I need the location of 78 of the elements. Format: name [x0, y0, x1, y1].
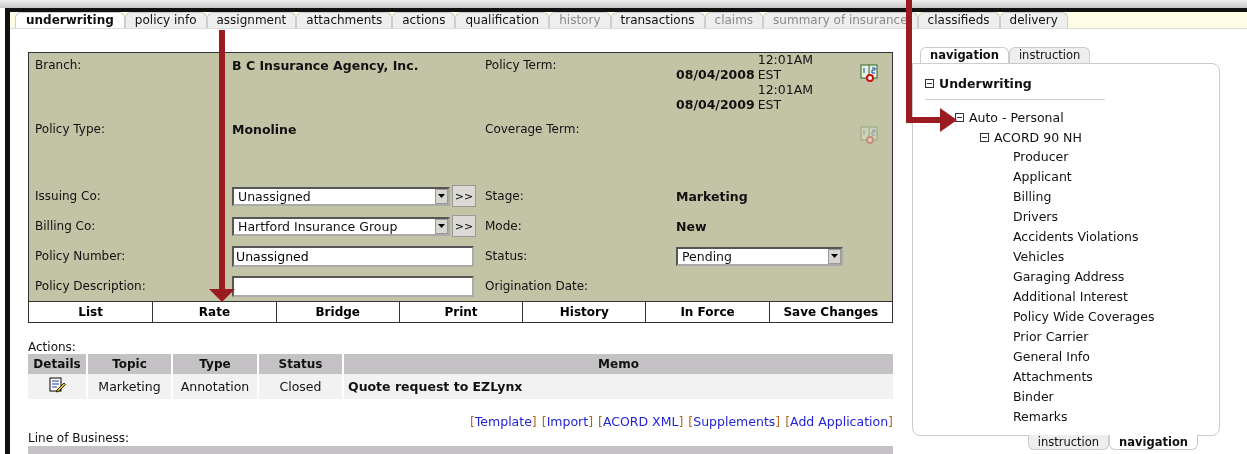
link[interactable]: [Template] — [469, 414, 537, 429]
tree-item[interactable]: Accidents Violations — [1013, 227, 1139, 247]
edit-note-icon[interactable] — [48, 376, 66, 394]
more-button[interactable]: >> — [452, 185, 476, 207]
tree-item[interactable]: General Info — [1013, 347, 1090, 367]
tree-item[interactable]: Billing — [1013, 187, 1052, 207]
tab[interactable]: transactions — [610, 12, 705, 28]
tree-item[interactable]: ACORD 90 NH — [994, 129, 1082, 145]
link[interactable]: [Add Application] — [785, 414, 893, 429]
panel-tab[interactable]: navigation — [920, 47, 1009, 63]
input-field[interactable] — [232, 275, 474, 297]
tab[interactable]: qualification — [455, 12, 550, 28]
field-label: Status: — [484, 249, 529, 263]
panel-tab[interactable]: instruction — [1008, 47, 1091, 63]
tree-item[interactable]: Remarks — [1013, 407, 1068, 427]
term-time: 12:01AM EST — [757, 82, 815, 112]
tree-item[interactable]: Drivers — [1013, 207, 1058, 227]
tree-item[interactable]: Policy Wide Coverages — [1013, 307, 1155, 327]
field-label: Stage: — [484, 189, 525, 203]
panel-tab[interactable]: navigation — [1109, 435, 1198, 450]
tab[interactable]: attachments — [296, 12, 393, 28]
field-label: Origination Date: — [484, 279, 590, 293]
field-value: Marketing — [676, 188, 748, 204]
tree-item[interactable]: Auto - Personal — [969, 109, 1064, 125]
section-label: Actions: — [28, 340, 77, 354]
term-date: 08/04/2008 — [676, 67, 755, 82]
link[interactable]: [ACORD XML] — [598, 414, 684, 429]
tab[interactable]: underwriting — [15, 12, 125, 28]
tab[interactable]: delivery — [999, 12, 1068, 28]
field-label: Policy Type: — [34, 122, 106, 136]
tree-item[interactable]: Garaging Address — [1013, 267, 1125, 287]
table-cell: Annotation — [173, 374, 257, 399]
column-header: Type — [173, 354, 257, 374]
field-label: Billing Co: — [34, 219, 97, 233]
field-value: New — [676, 218, 707, 234]
link[interactable]: [Import] — [541, 414, 594, 429]
column-header: Topic — [88, 354, 171, 374]
dropdown[interactable]: Pending — [676, 246, 843, 266]
collapse-icon[interactable] — [980, 132, 989, 142]
field-label: Coverage Term: — [484, 122, 581, 136]
field-label: Issuing Co: — [34, 189, 102, 203]
section-label: Line of Business: — [28, 431, 131, 445]
tab[interactable]: policy info — [124, 12, 207, 28]
field-label: Policy Number: — [34, 249, 127, 263]
column-header: Details — [28, 354, 86, 374]
column-header: Status — [259, 354, 342, 374]
tab[interactable]: actions — [392, 12, 456, 28]
tab[interactable]: classifieds — [917, 12, 1000, 28]
link[interactable]: [Supplements] — [688, 414, 781, 429]
tree-item[interactable]: Vehicles — [1013, 247, 1065, 267]
dropdown[interactable]: Unassigned — [232, 186, 450, 206]
more-button[interactable]: >> — [452, 215, 476, 237]
field-value: Monoline — [232, 122, 297, 137]
collapse-icon[interactable] — [925, 79, 934, 88]
panel-tab[interactable]: instruction — [1027, 435, 1110, 450]
collapse-icon[interactable] — [955, 112, 964, 122]
tree-item[interactable]: Prior Carrier — [1013, 327, 1089, 347]
tab[interactable]: assignment — [206, 12, 297, 28]
field-label: Mode: — [484, 219, 523, 233]
tree-item[interactable]: Additional Interest — [1013, 287, 1128, 307]
tree-item[interactable]: Applicant — [1013, 167, 1072, 187]
table-cell: Marketing — [88, 374, 171, 399]
term-time: 12:01AM EST — [757, 52, 815, 82]
calendar-icon[interactable] — [859, 64, 879, 83]
table-cell: Closed — [259, 374, 342, 399]
field-label: Policy Description: — [34, 279, 147, 293]
term-date: 08/04/2009 — [676, 97, 755, 112]
field-value: B C Insurance Agency, Inc. — [232, 58, 419, 73]
column-header: Memo — [344, 354, 893, 374]
tree-item[interactable]: Binder — [1013, 387, 1054, 407]
field-label: Branch: — [34, 58, 83, 72]
tree-item[interactable]: Attachments — [1013, 367, 1093, 387]
table-cell: Quote request to EZLynx — [344, 374, 893, 399]
tree-item[interactable]: Underwriting — [939, 76, 1032, 91]
input-field[interactable]: Unassigned — [232, 245, 474, 267]
tree-item[interactable]: Producer — [1013, 147, 1069, 167]
dropdown[interactable]: Hartford Insurance Group — [232, 216, 450, 236]
field-label: Policy Term: — [484, 58, 558, 72]
